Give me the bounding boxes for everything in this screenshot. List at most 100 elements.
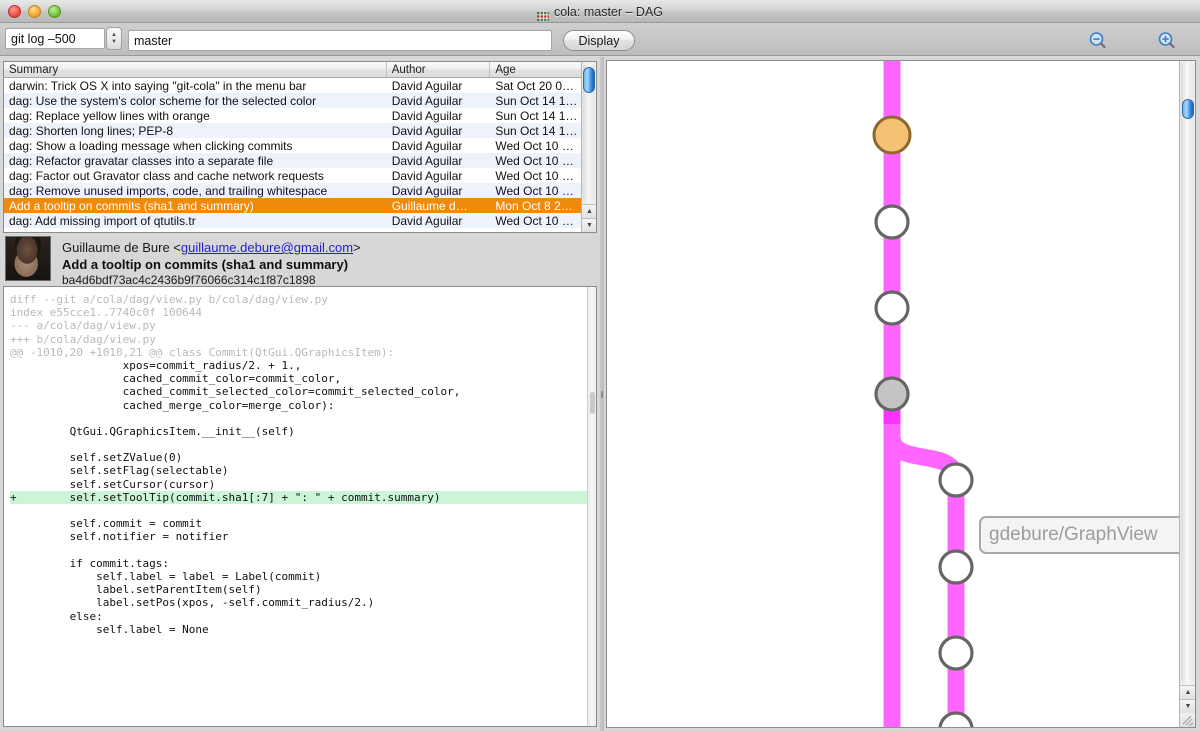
commit-node[interactable] [874,117,910,153]
commit-node[interactable] [940,637,972,669]
diff-line: cached_commit_selected_color=commit_sele… [10,385,587,398]
commit-author-line: Guillaume de Bure <guillaume.debure@gmai… [62,239,361,256]
diff-line: label.setPos(xpos, -self.commit_radius/2… [10,596,587,609]
commit-node[interactable] [876,206,908,238]
commit-node[interactable] [940,713,972,727]
graph-pane: gdebure/GraphView ▲ ▼ [604,57,1200,731]
table-row[interactable]: dag: Show a loading message when clickin… [4,138,596,153]
commit-table-header: Summary Author Age [4,62,596,78]
diff-line: cached_commit_color=commit_color, [10,372,587,385]
revision-input[interactable]: master [128,30,552,51]
dag-window: cola: master – DAG git log –500 ▲ ▼ mast… [0,0,1200,731]
ref-label-gdebure[interactable]: gdebure/GraphView [979,516,1196,554]
cell-author: David Aguilar [387,213,491,228]
maximize-button[interactable] [48,5,61,18]
dag-svg [607,61,1179,727]
cell-author: David Aguilar [387,168,491,183]
diff-line: else: [10,610,587,623]
commit-author-bracket: > [353,240,361,255]
spinner-down-icon[interactable]: ▼ [111,39,117,46]
commit-list-scroll-thumb[interactable] [583,67,595,93]
commit-node[interactable] [940,551,972,583]
graph-scroll-down-button[interactable]: ▼ [1180,699,1196,713]
dag-canvas[interactable] [607,61,1179,727]
table-row[interactable]: darwin: Trick OS X into saying "git-cola… [4,78,596,93]
splitter-grip[interactable] [601,391,603,398]
commit-list-scrollbar[interactable]: ▲ ▼ [581,62,596,232]
dag-graph-view[interactable]: gdebure/GraphView ▲ ▼ [606,60,1196,728]
display-button[interactable]: Display [563,30,635,51]
commit-table[interactable]: Summary Author Age darwin: Trick OS X in… [3,61,597,233]
diff-line: self.setZValue(0) [10,451,587,464]
diff-scrollbar[interactable] [587,287,596,726]
cell-author: David Aguilar [387,93,491,108]
window-resize-grip[interactable] [1180,713,1195,727]
window-controls [8,5,61,18]
table-row[interactable]: dag: Refactor gravatar classes into a se… [4,153,596,168]
cell-summary: dag: Add missing import of qtutils.tr [4,213,387,228]
cell-summary: darwin: Trick OS X into saying "git-cola… [4,78,387,93]
close-button[interactable] [8,5,21,18]
column-header-summary[interactable]: Summary [4,62,387,77]
table-row[interactable]: Add a tooltip on commits (sha1 and summa… [4,198,596,213]
table-row[interactable]: dag: Use the system's color scheme for t… [4,93,596,108]
title-bar: cola: master – DAG [0,0,1200,23]
table-row[interactable]: dag: Add missing import of qtutils.trDav… [4,213,596,228]
column-header-author[interactable]: Author [387,62,491,77]
graph-scroll-up-button[interactable]: ▲ [1180,685,1196,699]
table-row[interactable]: dag: Replace yellow lines with orangeDav… [4,108,596,123]
diff-line: self.commit = commit [10,517,587,530]
log-count-spinner[interactable]: ▲ ▼ [106,27,122,50]
commit-author-email[interactable]: guillaume.debure@gmail.com [181,240,353,255]
graph-scroll-track[interactable] [1181,61,1194,685]
diff-line: diff --git a/cola/dag/view.py b/cola/dag… [10,293,587,306]
diff-line: label.setParentItem(self) [10,583,587,596]
diff-line [10,412,587,425]
diff-line: + self.setToolTip(commit.sha1[:7] + ": "… [10,491,587,504]
diff-line: self.notifier = notifier [10,530,587,543]
spinner-up-icon[interactable]: ▲ [111,32,117,39]
cell-summary: dag: Use the system's color scheme for t… [4,93,387,108]
diff-view[interactable]: diff --git a/cola/dag/view.py b/cola/dag… [3,286,597,727]
cell-summary: dag: Factor out Gravator class and cache… [4,168,387,183]
zoom-out-icon[interactable] [1088,31,1108,51]
minimize-button[interactable] [28,5,41,18]
cell-summary: dag: Remove unused imports, code, and tr… [4,183,387,198]
cell-author: David Aguilar [387,138,491,153]
diff-content: diff --git a/cola/dag/view.py b/cola/dag… [4,287,587,726]
cell-summary: dag: Show a loading message when clickin… [4,138,387,153]
cell-summary: dag: Shorten long lines; PEP-8 [4,123,387,138]
graph-scroll-arrows: ▲ ▼ [1180,685,1196,713]
diff-line [10,504,587,517]
diff-line: xpos=commit_radius/2. + 1., [10,359,587,372]
cola-icon [537,8,549,18]
diff-scroll-thumb[interactable] [590,392,595,414]
diff-line [10,544,587,557]
commit-node[interactable] [876,378,908,410]
diff-line [10,438,587,451]
diff-line: self.label = None [10,623,587,636]
cell-summary: dag: Refactor gravatar classes into a se… [4,153,387,168]
table-row[interactable]: dag: Remove unused imports, code, and tr… [4,183,596,198]
commit-node[interactable] [876,292,908,324]
graph-scrollbar[interactable]: ▲ ▼ [1179,61,1195,727]
cell-author: David Aguilar [387,108,491,123]
cell-author: David Aguilar [387,183,491,198]
commit-node[interactable] [940,464,972,496]
table-row[interactable]: dag: Shorten long lines; PEP-8David Agui… [4,123,596,138]
cell-author: David Aguilar [387,153,491,168]
cell-summary: dag: Replace yellow lines with orange [4,108,387,123]
commit-summary: Add a tooltip on commits (sha1 and summa… [62,256,361,273]
log-args-combo[interactable]: git log –500 [5,28,105,49]
diff-line: self.setFlag(selectable) [10,464,587,477]
left-pane: Summary Author Age darwin: Trick OS X in… [0,57,600,731]
commit-list-scroll-arrows: ▲ ▼ [582,204,597,232]
graph-scroll-thumb[interactable] [1182,99,1194,119]
diff-line: QtGui.QGraphicsItem.__init__(self) [10,425,587,438]
commit-list-scroll-up-button[interactable]: ▲ [582,204,597,218]
table-row[interactable]: dag: Factor out Gravator class and cache… [4,168,596,183]
diff-line: self.setCursor(cursor) [10,478,587,491]
diff-line: @@ -1010,20 +1010,21 @@ class Commit(QtG… [10,346,587,359]
zoom-in-icon[interactable] [1157,31,1177,51]
commit-list-scroll-down-button[interactable]: ▼ [582,218,597,232]
